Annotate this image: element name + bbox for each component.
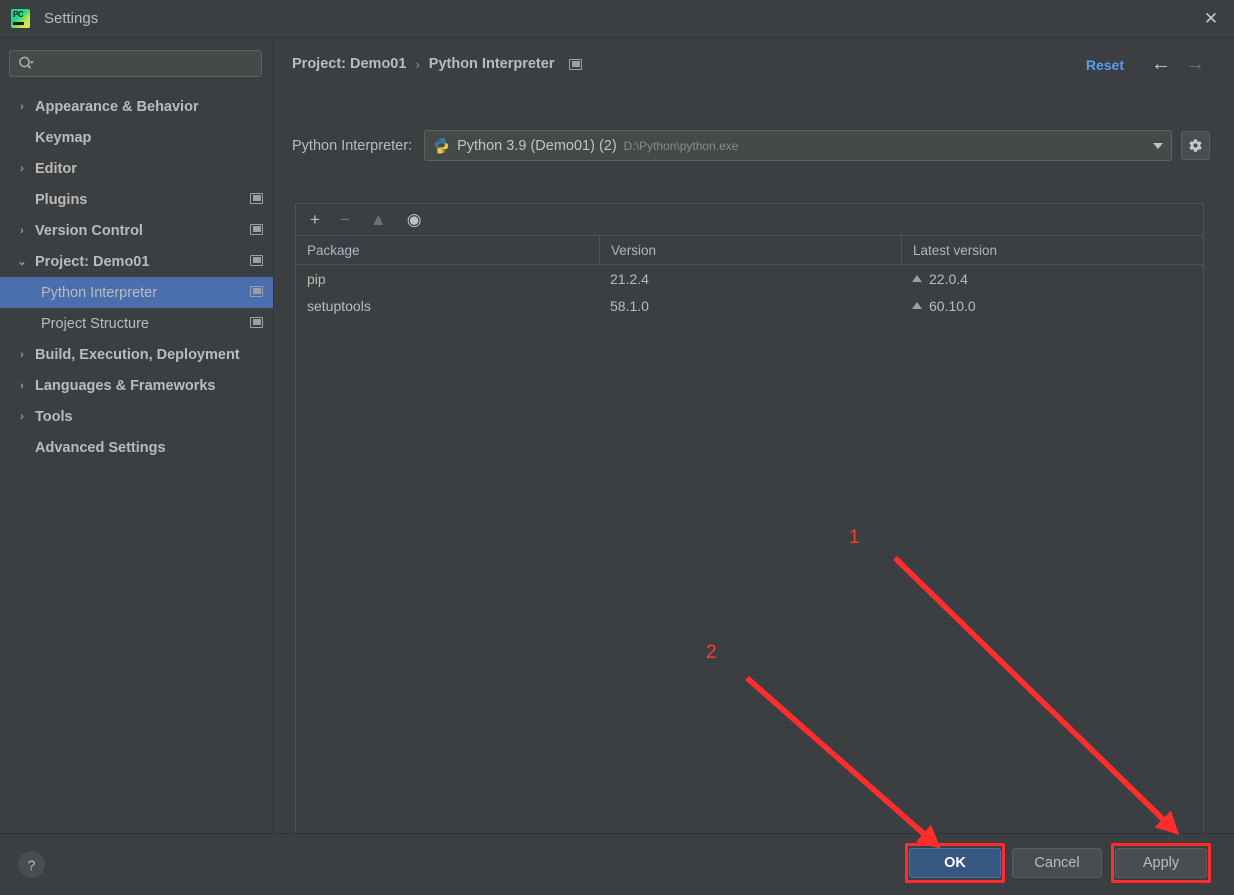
nav-arrows: ← → [1151, 54, 1205, 74]
packages-table-body: pip 21.2.4 22.0.4 setuptools 58.1.0 60.10.0 [296, 265, 1203, 319]
interpreter-row: Python Interpreter: Python 3.9 (Demo01) … [292, 130, 1210, 161]
upgrade-package-icon: ▲ [369, 210, 387, 229]
sidebar-item-project-demo01[interactable]: ⌄ Project: Demo01 [0, 246, 273, 277]
sidebar-item-languages-frameworks[interactable]: › Languages & Frameworks [0, 370, 273, 401]
package-version-cell: 21.2.4 [610, 270, 649, 287]
project-scope-icon [250, 316, 263, 332]
sidebar-item-label: Tools [35, 408, 73, 425]
annotation-box-ok [905, 843, 1005, 883]
packages-toolbar: + − ▲ ◉ [296, 204, 1203, 236]
packages-panel: + − ▲ ◉ Package Version Latest version pip 21.… [295, 203, 1204, 848]
sidebar-item-project-structure[interactable]: Project Structure [0, 308, 273, 339]
upgrade-available-icon [912, 302, 922, 309]
chevron-right-icon[interactable]: › [14, 411, 30, 423]
interpreter-path: D:\Python\python.exe [623, 138, 739, 153]
cancel-button[interactable]: Cancel [1012, 848, 1102, 878]
package-name-cell: setuptools [307, 297, 371, 314]
chevron-right-icon[interactable]: › [14, 380, 30, 392]
packages-header-row: Package Version Latest version [296, 236, 1203, 265]
project-scope-icon [250, 223, 263, 239]
close-icon[interactable]: ✕ [1188, 0, 1234, 37]
chevron-down-icon[interactable]: ⌄ [14, 255, 30, 268]
title-bar: PC Settings ✕ [0, 0, 1234, 38]
sidebar-item-version-control[interactable]: › Version Control [0, 215, 273, 246]
interpreter-combo[interactable]: Python 3.9 (Demo01) (2) D:\Python\python… [424, 130, 1172, 161]
sidebar-item-label: Appearance & Behavior [35, 98, 199, 115]
interpreter-name: Python 3.9 (Demo01) (2) [457, 137, 617, 154]
sidebar-item-label: Build, Execution, Deployment [35, 346, 240, 363]
sidebar-item-plugins[interactable]: › Plugins [0, 184, 273, 215]
annotation-number-2: 2 [706, 642, 717, 663]
sidebar-item-label: Editor [35, 160, 77, 177]
sidebar-item-label: Plugins [35, 191, 88, 208]
column-header-version[interactable]: Version [599, 236, 901, 264]
project-scope-icon [569, 58, 583, 70]
upgrade-available-icon [912, 275, 922, 282]
main-panel: Project: Demo01 › Python Interpreter Res… [275, 38, 1234, 848]
sidebar-item-label: Advanced Settings [35, 439, 166, 456]
column-header-latest-version[interactable]: Latest version [901, 236, 1203, 264]
chevron-right-icon[interactable]: › [14, 163, 30, 175]
project-scope-icon [250, 192, 263, 208]
sidebar-item-tools[interactable]: › Tools [0, 401, 273, 432]
sidebar-item-label: Languages & Frameworks [35, 377, 216, 394]
breadcrumb-leaf: Python Interpreter [428, 56, 555, 72]
package-latest-cell: 60.10.0 [901, 292, 1203, 319]
window-title: Settings [44, 10, 99, 27]
sidebar-item-keymap[interactable]: › Keymap [0, 122, 273, 153]
annotation-box-apply [1111, 843, 1211, 883]
reset-link[interactable]: Reset [1086, 57, 1124, 73]
chevron-right-icon[interactable]: › [14, 194, 30, 206]
pycharm-icon: PC [11, 9, 30, 28]
table-row[interactable]: pip 21.2.4 22.0.4 [296, 265, 1203, 292]
back-arrow-icon[interactable]: ← [1151, 54, 1171, 74]
chevron-right-icon[interactable]: › [14, 101, 30, 113]
remove-package-icon: − [339, 210, 350, 229]
project-scope-icon [250, 285, 263, 301]
search-area [0, 38, 273, 77]
interpreter-label: Python Interpreter: [292, 137, 413, 154]
sidebar-item-label: Project Structure [41, 315, 149, 332]
gear-icon[interactable] [1181, 131, 1210, 160]
breadcrumb: Project: Demo01 › Python Interpreter [292, 56, 583, 72]
show-early-releases-icon[interactable]: ◉ [407, 211, 422, 228]
search-input[interactable] [35, 56, 261, 71]
sidebar-item-label: Keymap [35, 129, 92, 146]
table-row[interactable]: setuptools 58.1.0 60.10.0 [296, 292, 1203, 319]
chevron-right-icon[interactable]: › [14, 349, 30, 361]
settings-sidebar: › Appearance & Behavior › Keymap › Editor › Plu… [0, 38, 274, 833]
settings-dialog: PC Settings ✕ › Appearance & Behavior › Key… [0, 0, 1234, 895]
sidebar-item-editor[interactable]: › Editor [0, 153, 273, 184]
chevron-right-icon[interactable]: › [14, 442, 30, 454]
search-icon [18, 56, 35, 71]
sidebar-item-build-execution-deployment[interactable]: › Build, Execution, Deployment [0, 339, 273, 370]
search-box[interactable] [9, 50, 262, 77]
chevron-right-icon[interactable]: › [14, 132, 30, 144]
add-package-icon[interactable]: + [310, 211, 320, 228]
help-icon[interactable]: ? [18, 851, 45, 878]
annotation-number-1: 1 [849, 527, 860, 548]
package-latest-cell: 22.0.4 [901, 265, 1203, 292]
breadcrumb-root[interactable]: Project: Demo01 [292, 56, 406, 72]
forward-arrow-icon[interactable]: → [1185, 54, 1205, 74]
chevron-right-icon[interactable]: › [14, 225, 30, 237]
settings-tree: › Appearance & Behavior › Keymap › Editor › Plu… [0, 91, 273, 463]
python-logo-icon [433, 137, 450, 154]
package-name-cell: pip [307, 270, 326, 287]
sidebar-item-appearance-behavior[interactable]: › Appearance & Behavior [0, 91, 273, 122]
package-latest-version: 22.0.4 [929, 270, 968, 287]
sidebar-item-label: Python Interpreter [41, 284, 158, 301]
column-header-package[interactable]: Package [296, 236, 599, 264]
sidebar-item-label: Version Control [35, 222, 143, 239]
breadcrumb-separator: › [415, 56, 420, 72]
sidebar-item-advanced-settings[interactable]: › Advanced Settings [0, 432, 273, 463]
sidebar-item-label: Project: Demo01 [35, 253, 150, 270]
project-scope-icon [250, 254, 263, 270]
package-version-cell: 58.1.0 [610, 297, 649, 314]
chevron-down-icon[interactable] [1153, 142, 1163, 149]
package-latest-version: 60.10.0 [929, 297, 976, 314]
sidebar-item-python-interpreter[interactable]: Python Interpreter [0, 277, 273, 308]
